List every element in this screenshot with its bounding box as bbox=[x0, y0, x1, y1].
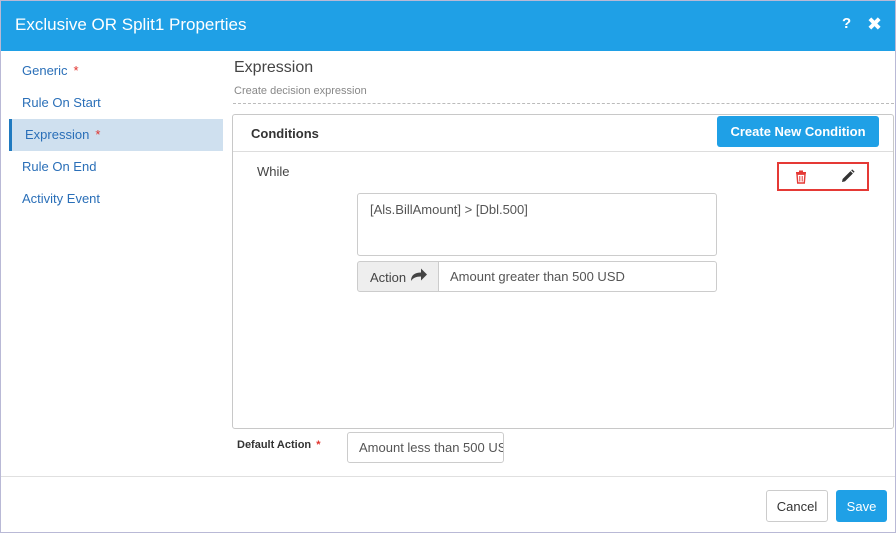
dialog-title: Exclusive OR Split1 Properties bbox=[15, 15, 247, 34]
action-button[interactable]: Action bbox=[357, 261, 439, 292]
default-action-label-text: Default Action bbox=[237, 439, 312, 451]
while-label: While bbox=[257, 164, 290, 179]
condition-row-actions bbox=[777, 162, 869, 191]
default-action-input[interactable]: Amount less than 500 USD bbox=[347, 432, 504, 463]
pencil-icon[interactable] bbox=[840, 169, 855, 184]
sidebar-item-label: Activity Event bbox=[22, 191, 101, 206]
sidebar-item-label: Generic bbox=[22, 63, 68, 78]
condition-action-input[interactable]: Amount greater than 500 USD bbox=[438, 261, 717, 292]
default-action-label: Default Action * bbox=[237, 439, 321, 451]
create-new-condition-button[interactable]: Create New Condition bbox=[717, 116, 879, 147]
required-marker: * bbox=[73, 63, 79, 78]
sidebar-item-expression[interactable]: Expression * bbox=[9, 119, 223, 151]
required-marker: * bbox=[95, 127, 101, 142]
properties-dialog: Exclusive OR Split1 Properties ? ✖ Gener… bbox=[0, 0, 896, 533]
sidebar-item-label: Rule On End bbox=[22, 159, 97, 174]
close-icon[interactable]: ✖ bbox=[867, 14, 882, 35]
sidebar-item-generic[interactable]: Generic * bbox=[9, 55, 223, 87]
conditions-header: Conditions Create New Condition bbox=[233, 115, 893, 152]
action-label: Action bbox=[370, 270, 407, 285]
section-divider bbox=[233, 103, 894, 104]
conditions-title: Conditions bbox=[251, 126, 319, 141]
save-button[interactable]: Save bbox=[836, 490, 887, 522]
trash-icon[interactable] bbox=[794, 170, 808, 184]
sidebar-item-label: Rule On Start bbox=[22, 95, 101, 110]
sidebar-item-label: Expression bbox=[25, 127, 90, 142]
conditions-panel: Conditions Create New Condition While [A… bbox=[232, 114, 894, 429]
section-title: Expression bbox=[234, 59, 314, 76]
footer-divider bbox=[1, 476, 895, 477]
cancel-button[interactable]: Cancel bbox=[766, 490, 828, 522]
condition-expression-box[interactable]: [Als.BillAmount] > [Dbl.500] bbox=[357, 193, 717, 256]
required-marker: * bbox=[316, 439, 321, 451]
title-bar: Exclusive OR Split1 Properties ? ✖ bbox=[1, 1, 895, 51]
sidebar-item-activity-event[interactable]: Activity Event bbox=[9, 183, 223, 215]
sidebar-item-rule-on-end[interactable]: Rule On End bbox=[9, 151, 223, 183]
sidebar-item-rule-on-start[interactable]: Rule On Start bbox=[9, 87, 223, 119]
share-arrow-icon bbox=[410, 267, 428, 283]
section-subtitle: Create decision expression bbox=[234, 85, 367, 97]
help-icon[interactable]: ? bbox=[842, 15, 851, 32]
